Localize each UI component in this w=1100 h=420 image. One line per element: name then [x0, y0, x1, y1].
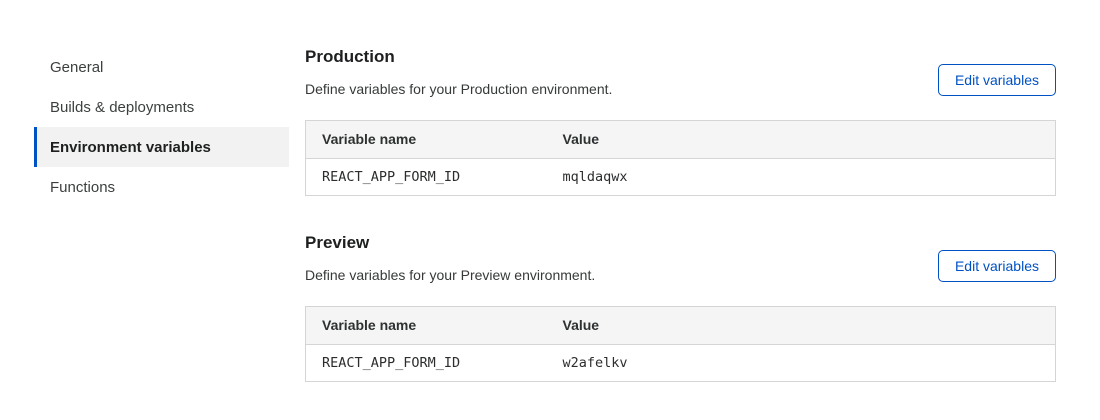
- environment-variables-content: Production Define variables for your Pro…: [305, 47, 1056, 382]
- preview-section-header: Preview Define variables for your Previe…: [305, 233, 1056, 286]
- production-section: Production Define variables for your Pro…: [305, 47, 1056, 196]
- column-header-value: Value: [547, 120, 1056, 158]
- preview-variable-name-cell: REACT_APP_FORM_ID: [306, 344, 547, 381]
- preview-table-row: REACT_APP_FORM_ID w2afelkv: [306, 344, 1056, 381]
- preview-section: Preview Define variables for your Previe…: [305, 233, 1056, 382]
- preview-variable-value-cell: w2afelkv: [547, 344, 1056, 381]
- preview-section-description: Define variables for your Preview enviro…: [305, 266, 595, 286]
- production-section-text: Production Define variables for your Pro…: [305, 47, 612, 100]
- column-header-value: Value: [547, 306, 1056, 344]
- settings-sidebar: General Builds & deployments Environment…: [34, 47, 289, 207]
- column-header-variable-name: Variable name: [306, 306, 547, 344]
- sidebar-item-general[interactable]: General: [34, 47, 289, 87]
- column-header-variable-name: Variable name: [306, 120, 547, 158]
- edit-variables-button-production[interactable]: Edit variables: [938, 64, 1056, 96]
- production-variables-table: Variable name Value REACT_APP_FORM_ID mq…: [305, 120, 1056, 196]
- preview-table-header-row: Variable name Value: [306, 306, 1056, 344]
- production-table-row: REACT_APP_FORM_ID mqldaqwx: [306, 158, 1056, 195]
- production-table-header-row: Variable name Value: [306, 120, 1056, 158]
- production-section-description: Define variables for your Production env…: [305, 80, 612, 100]
- preview-section-text: Preview Define variables for your Previe…: [305, 233, 595, 286]
- preview-section-title: Preview: [305, 233, 595, 253]
- environment-variables-page: General Builds & deployments Environment…: [0, 0, 1100, 382]
- sidebar-item-builds-deployments[interactable]: Builds & deployments: [34, 87, 289, 127]
- production-section-title: Production: [305, 47, 612, 67]
- production-variable-name-cell: REACT_APP_FORM_ID: [306, 158, 547, 195]
- sidebar-item-functions[interactable]: Functions: [34, 167, 289, 207]
- sidebar-item-environment-variables[interactable]: Environment variables: [34, 127, 289, 167]
- edit-variables-button-preview[interactable]: Edit variables: [938, 250, 1056, 282]
- production-variable-value-cell: mqldaqwx: [547, 158, 1056, 195]
- production-section-header: Production Define variables for your Pro…: [305, 47, 1056, 100]
- preview-variables-table: Variable name Value REACT_APP_FORM_ID w2…: [305, 306, 1056, 382]
